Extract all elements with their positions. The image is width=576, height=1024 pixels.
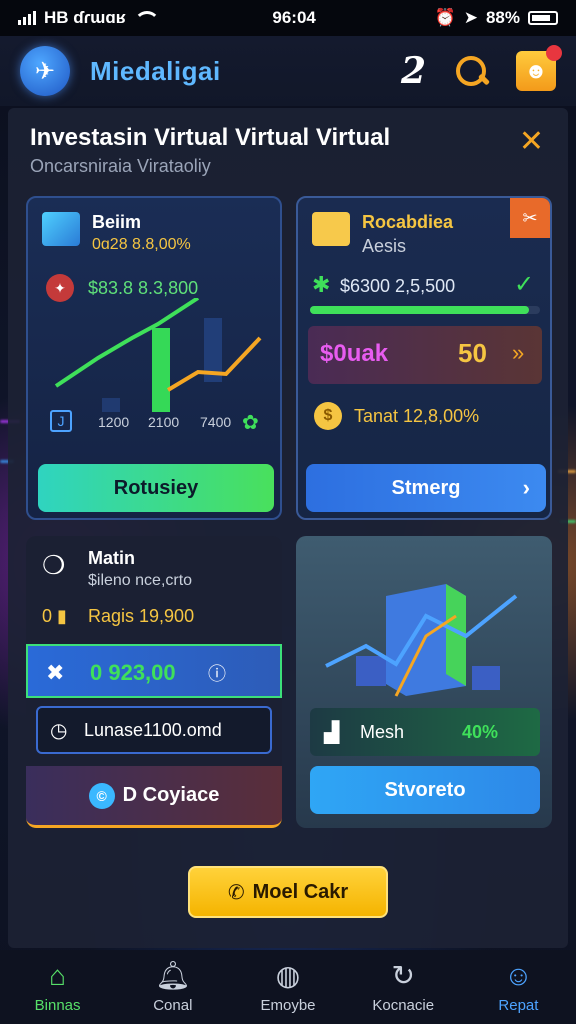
- battery-percent: 88%: [485, 8, 520, 27]
- close-icon[interactable]: ✕: [519, 124, 544, 159]
- bottle-icon: 0 ▮: [42, 606, 67, 626]
- mini-chart: [54, 298, 262, 412]
- balance-card-title: Rocabdiea: [362, 212, 454, 232]
- panel-title: Investasin Virtual Virtual Virtual: [30, 124, 391, 151]
- signal-icon: [18, 11, 36, 25]
- nav-label: Emoybe: [260, 996, 316, 1014]
- calendar-icon[interactable]: J: [50, 410, 72, 432]
- wallet-icon: [42, 212, 80, 246]
- chart-card-subtitle: 0ɑ28 8.8,00%: [92, 236, 191, 253]
- nav-label: Repat: [498, 996, 539, 1014]
- profile-icon: [312, 212, 350, 246]
- panel-subtitle: Oncarsniraia Virataoliy: [30, 156, 211, 176]
- chart-bar: [152, 328, 170, 412]
- leaf-icon: ✿: [242, 412, 259, 434]
- mesh-stat-row: ▟ Mesh 40%: [310, 708, 540, 756]
- chevron-down-icon: »: [512, 340, 525, 365]
- mesh-value: 40%: [462, 722, 499, 742]
- url-input-value: Lunase1100.omd: [84, 720, 222, 740]
- check-icon: ✓: [514, 271, 535, 298]
- chart-bar: [102, 398, 120, 412]
- chart-line-green: [54, 298, 200, 388]
- alarm-icon: ⏰: [434, 8, 456, 27]
- nav-item-repat[interactable]: ☺ Repat: [461, 950, 576, 1024]
- copy-icon: ©: [88, 782, 115, 809]
- bottom-nav: ⌂ Binnas 🔔︎ Conal ◍ Emoybe ↻ Kocnacie ☺ …: [0, 950, 576, 1024]
- stmerg-button[interactable]: Stmerg ›: [306, 464, 546, 512]
- progress-fill: [310, 306, 529, 314]
- coyiace-button-label: D Coyiace: [122, 784, 220, 806]
- nav-label: Conal: [153, 996, 193, 1014]
- home-icon: ⌂: [49, 959, 67, 991]
- highlight-label: $0uak: [320, 340, 389, 367]
- battery-icon: [527, 11, 558, 25]
- amount-bar[interactable]: ✖ 0 923,00 ⓘ: [26, 644, 282, 698]
- progress-track: [310, 306, 540, 314]
- chart-card: Beiim 0ɑ28 8.8,00% ✦ $83.8 8.3,800 J 120…: [26, 196, 282, 520]
- person-icon: ☺: [504, 959, 533, 991]
- app-title: Miedaligai: [90, 55, 221, 86]
- clock-icon: ◷: [50, 720, 68, 742]
- compass-icon: ◍: [275, 959, 301, 991]
- main-card-subtitle: $ileno nce,crto: [88, 572, 193, 589]
- nav-item-conal[interactable]: 🔔︎ Conal: [115, 950, 230, 1024]
- carrier-label: HB ɗɾɯɑʁ: [44, 8, 126, 27]
- cta-button-label: Moel Cakr: [252, 880, 349, 903]
- star-icon: ✱: [312, 272, 331, 297]
- main-card-rate: Ragis 19,900: [88, 606, 195, 626]
- investment-panel: Investasin Virtual Virtual Virtual Oncar…: [8, 108, 568, 948]
- rotusiey-button[interactable]: Rotusiey: [38, 464, 274, 512]
- x-tick-label: 1200: [98, 414, 130, 430]
- chart-card-title: Beiim: [92, 212, 142, 232]
- main-card-title: Matin: [88, 548, 135, 568]
- main-card-amount: 0 923,00: [90, 660, 176, 685]
- person-icon: ☻: [524, 58, 548, 83]
- stmerg-button-label: Stmerg: [391, 476, 461, 499]
- clock: 96:04: [272, 8, 316, 27]
- main-card: ❍ Matin $ileno nce,crto 0 ▮ Ragis 19,900…: [26, 536, 282, 828]
- mesh-card: ▟ Mesh 40% Stvoreto: [296, 536, 552, 828]
- phone-icon: ✆: [227, 881, 245, 904]
- search-icon[interactable]: [454, 54, 488, 88]
- app-header: ✈ Miedaligai 2 ☻: [0, 36, 576, 106]
- info-icon: ⓘ: [208, 664, 226, 684]
- coin-icon: $: [314, 402, 342, 430]
- x-tick-label: 2100: [148, 414, 180, 430]
- x-tick-label: 7400: [200, 414, 232, 430]
- total-label: Tanat 12,8,00%: [354, 406, 480, 426]
- nav-label: Kocnacie: [372, 996, 435, 1014]
- refresh-icon: ↻: [391, 959, 415, 991]
- status-bar: HB ɗɾɯɑʁ 96:04 ⏰ ➤ 88%: [0, 0, 576, 36]
- app-logo-icon[interactable]: ✈: [20, 46, 70, 96]
- location-icon: ➤: [463, 8, 478, 27]
- balance-card-subtitle: Aesis: [362, 236, 407, 256]
- balance-card: ✂ Rocabdiea Aesis ✱ $6300 2,5,500 ✓ $0ua…: [296, 196, 552, 520]
- chart-card-value: $83.8 8.3,800: [88, 278, 199, 298]
- peanut-icon: ❍: [42, 550, 66, 580]
- tools-icon[interactable]: ✂: [510, 198, 550, 238]
- swap-icon: ✖: [46, 660, 65, 685]
- highlight-value: 50: [458, 338, 487, 368]
- nav-item-kocnacie[interactable]: ↻ Kocnacie: [346, 950, 461, 1024]
- notification-dot: [546, 45, 562, 61]
- coyiace-button[interactable]: © D Coyiace: [26, 766, 282, 828]
- mesh-illustration-icon: [325, 584, 518, 697]
- url-input[interactable]: ◷ Lunase1100.omd: [36, 706, 272, 754]
- cta-button[interactable]: ✆ Moel Cakr: [188, 866, 388, 918]
- nav-label: Binnas: [34, 996, 81, 1014]
- bell-icon: 🔔︎: [155, 959, 191, 991]
- profile-avatar[interactable]: ☻: [516, 45, 562, 91]
- chevron-right-icon: ›: [522, 475, 530, 500]
- puzzle-icon: ▟: [324, 722, 340, 744]
- mesh-label: Mesh: [360, 722, 405, 742]
- stvoreto-button[interactable]: Stvoreto: [310, 766, 540, 814]
- wifi-icon: [133, 11, 160, 25]
- balance-card-value: $6300 2,5,500: [340, 276, 456, 296]
- nav-item-emoybe[interactable]: ◍ Emoybe: [230, 950, 345, 1024]
- highlight-box[interactable]: $0uak 50 »: [308, 326, 542, 384]
- nav-item-binnas[interactable]: ⌂ Binnas: [0, 950, 115, 1024]
- help-number-icon[interactable]: 2: [401, 53, 426, 89]
